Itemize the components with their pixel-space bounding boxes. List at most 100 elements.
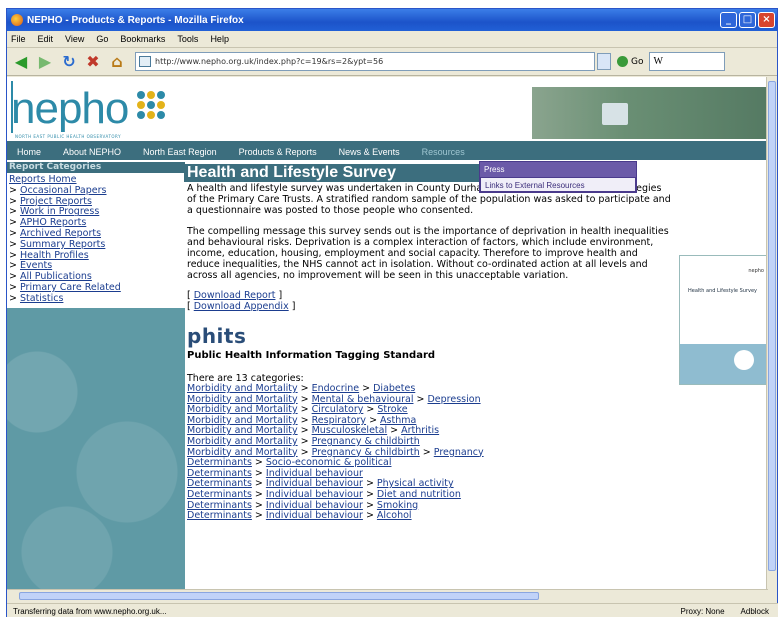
category-link[interactable]: Determinants xyxy=(187,457,252,468)
sidebar-item-health-profiles[interactable]: Health Profiles xyxy=(20,250,89,261)
menu-go[interactable]: Go xyxy=(96,34,108,44)
menu-help[interactable]: Help xyxy=(210,34,229,44)
nav-news-events[interactable]: News & Events xyxy=(339,147,400,157)
site-logo[interactable]: nepho xyxy=(11,87,129,131)
category-link[interactable]: Morbidity and Mortality xyxy=(187,415,298,426)
sidebar-item-reports-home[interactable]: Reports Home xyxy=(9,174,77,185)
category-link[interactable]: Asthma xyxy=(380,415,416,426)
category-link[interactable]: Determinants xyxy=(187,500,252,511)
sidebar-item-occasional-papers[interactable]: Occasional Papers xyxy=(20,185,107,196)
download-report-link[interactable]: Download Report xyxy=(194,290,276,301)
category-link[interactable]: Pregnancy & childbirth xyxy=(312,436,420,447)
download-appendix-link[interactable]: Download Appendix xyxy=(194,301,289,312)
category-link[interactable]: Stroke xyxy=(377,404,407,415)
sidebar-item-archived-reports[interactable]: Archived Reports xyxy=(20,228,101,239)
category-link[interactable]: Morbidity and Mortality xyxy=(187,425,298,437)
category-link[interactable]: Pregnancy & childbirth xyxy=(312,447,420,458)
menu-bookmarks[interactable]: Bookmarks xyxy=(120,34,165,44)
category-link[interactable]: Alcohol xyxy=(377,510,412,521)
category-link[interactable]: Morbidity and Mortality xyxy=(187,394,298,405)
horizontal-scrollbar[interactable] xyxy=(7,589,768,602)
category-link[interactable]: Pregnancy xyxy=(434,447,484,458)
go-button[interactable]: Go xyxy=(617,56,643,67)
category-link[interactable]: Depression xyxy=(427,394,480,405)
nav-north-east-region[interactable]: North East Region xyxy=(143,147,217,157)
category-link[interactable]: Arthritis xyxy=(401,425,439,437)
sidebar-pattern xyxy=(7,322,185,589)
vertical-scrollbar[interactable] xyxy=(766,77,777,589)
site-nav: Home About NEPHO North East Region Produ… xyxy=(7,143,768,160)
category-link[interactable]: Morbidity and Mortality xyxy=(187,383,298,394)
navigation-toolbar: ◀ ▶ ↻ ✖ ⌂ http://www.nepho.org.uk/index.… xyxy=(7,48,777,76)
home-icon[interactable]: ⌂ xyxy=(107,52,127,72)
phits-title: Public Health Information Tagging Standa… xyxy=(187,350,436,361)
category-link[interactable]: Determinants xyxy=(187,478,252,490)
category-link[interactable]: Individual behaviour xyxy=(266,500,363,511)
nav-about[interactable]: About NEPHO xyxy=(63,147,121,157)
proxy-status[interactable]: Proxy: None xyxy=(681,607,725,616)
address-bar[interactable]: http://www.nepho.org.uk/index.php?c=19&r… xyxy=(135,52,595,71)
reload-icon[interactable]: ↻ xyxy=(59,52,79,72)
header-photo xyxy=(532,87,766,139)
search-input[interactable]: W xyxy=(649,52,726,71)
horizontal-scroll-thumb[interactable] xyxy=(19,592,539,600)
category-link[interactable]: Morbidity and Mortality xyxy=(187,404,298,415)
category-link[interactable]: Respiratory xyxy=(312,415,366,426)
stop-icon[interactable]: ✖ xyxy=(83,52,103,72)
sidebar-item-apho-reports[interactable]: APHO Reports xyxy=(20,217,86,228)
category-link[interactable]: Physical activity xyxy=(377,478,454,490)
sidebar-item-summary-reports[interactable]: Summary Reports xyxy=(20,239,105,250)
category-link[interactable]: Circulatory xyxy=(312,404,364,415)
thumb-title: Health and Lifestyle Survey xyxy=(688,288,757,294)
menu-tools[interactable]: Tools xyxy=(177,34,198,44)
category-link[interactable]: Determinants xyxy=(187,489,252,500)
menu-bar: File Edit View Go Bookmarks Tools Help xyxy=(7,31,777,48)
category-link[interactable]: Individual behaviour xyxy=(266,478,363,490)
category-link[interactable]: Morbidity and Mortality xyxy=(187,436,298,447)
sidebar-heading: Report Categories xyxy=(7,162,185,173)
category-link[interactable]: Mental & behavioural xyxy=(312,394,414,405)
vertical-scroll-thumb[interactable] xyxy=(768,81,776,571)
phits-logo: phits xyxy=(187,324,247,348)
sidebar-item-primary-care[interactable]: Primary Care Related xyxy=(20,282,121,293)
menu-edit[interactable]: Edit xyxy=(38,34,54,44)
nav-products-reports[interactable]: Products & Reports xyxy=(239,147,317,157)
dropdown-item-press[interactable]: Press xyxy=(480,162,636,177)
category-link[interactable]: Socio-economic & political xyxy=(266,457,392,468)
sidebar-item-statistics[interactable]: Statistics xyxy=(20,293,63,304)
menu-file[interactable]: File xyxy=(11,34,26,44)
category-link[interactable]: Individual behaviour xyxy=(266,489,363,500)
minimize-button[interactable]: _ xyxy=(720,12,737,28)
forward-icon[interactable]: ▶ xyxy=(35,52,55,72)
adblock-status[interactable]: Adblock xyxy=(741,607,769,616)
back-icon[interactable]: ◀ xyxy=(11,52,31,72)
address-dropdown-button[interactable] xyxy=(597,53,611,70)
category-link[interactable]: Determinants xyxy=(187,510,252,521)
report-cover-thumbnail[interactable]: nepho Health and Lifestyle Survey xyxy=(679,255,768,385)
menu-view[interactable]: View xyxy=(65,34,84,44)
go-label: Go xyxy=(631,56,644,67)
category-link[interactable]: Smoking xyxy=(377,500,418,511)
sidebar-item-work-in-progress[interactable]: Work in Progress xyxy=(20,206,99,217)
sidebar-item-project-reports[interactable]: Project Reports xyxy=(20,196,92,207)
title-bar: NEPHO - Products & Reports - Mozilla Fir… xyxy=(7,9,777,31)
category-link[interactable]: Morbidity and Mortality xyxy=(187,447,298,458)
category-link[interactable]: Musculoskeletal xyxy=(312,425,388,437)
category-link[interactable]: Individual behaviour xyxy=(266,468,363,479)
close-button[interactable]: × xyxy=(758,12,775,28)
category-link[interactable]: Endocrine xyxy=(312,383,360,394)
download-links: [ Download Report ] [ Download Appendix … xyxy=(187,290,296,312)
logo-tagline: NORTH EAST PUBLIC HEALTH OBSERVATORY xyxy=(15,134,122,139)
dropdown-item-external-links[interactable]: Links to External Resources xyxy=(480,177,636,192)
nav-resources[interactable]: Resources xyxy=(422,147,465,157)
category-link[interactable]: Determinants xyxy=(187,468,252,479)
maximize-button[interactable]: □ xyxy=(739,12,756,28)
category-link[interactable]: Individual behaviour xyxy=(266,510,363,521)
browser-window: NEPHO - Products & Reports - Mozilla Fir… xyxy=(6,8,778,617)
site-header: nepho NORTH EAST PUBLIC HEALTH OBSERVATO… xyxy=(7,77,768,143)
sidebar-item-events[interactable]: Events xyxy=(20,260,52,271)
sidebar-item-all-publications[interactable]: All Publications xyxy=(20,271,92,282)
category-link[interactable]: Diabetes xyxy=(373,383,415,394)
category-link[interactable]: Diet and nutrition xyxy=(377,489,461,500)
nav-home[interactable]: Home xyxy=(17,147,41,157)
